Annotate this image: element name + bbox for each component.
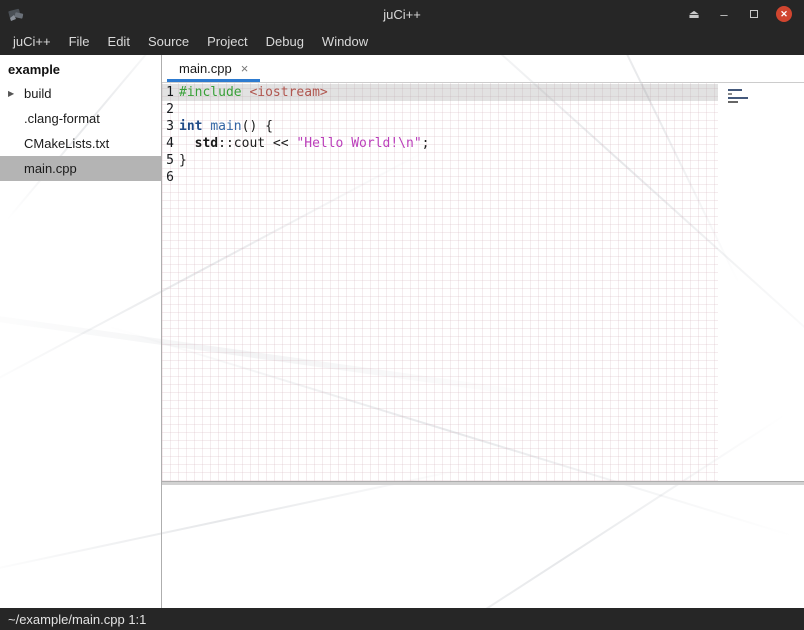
tree-item-label: main.cpp — [24, 161, 77, 176]
tree-item-main-cpp[interactable]: main.cpp — [0, 156, 161, 181]
code-token — [179, 136, 195, 151]
tree-root-label: example — [8, 62, 60, 77]
code-token: } — [179, 153, 187, 168]
line-number: 3 — [162, 118, 174, 135]
expander-icon[interactable]: ▶ — [8, 89, 24, 98]
window-controls: ⏏ – ✕ — [686, 6, 804, 22]
tab-close-icon[interactable]: × — [241, 62, 249, 75]
cursor-position: ~/example/main.cpp 1:1 — [8, 612, 146, 627]
tab-label: main.cpp — [179, 61, 232, 76]
code-text: int main() { — [179, 118, 273, 135]
code-text: #include <iostream> — [179, 84, 328, 101]
eject-button[interactable]: ⏏ — [686, 6, 702, 22]
titlebar[interactable]: juCi++ ⏏ – ✕ — [0, 0, 804, 28]
code-text: } — [179, 152, 187, 169]
restore-button[interactable] — [746, 6, 762, 22]
main-content: example ▶build .clang-format CMakeLists.tx… — [0, 55, 804, 608]
code-token: "Hello World!\n" — [296, 136, 421, 151]
menu-item-edit[interactable]: Edit — [99, 28, 139, 55]
juci-window: juCi++ ⏏ – ✕ juCi++FileEditSourceProject… — [0, 0, 804, 630]
menu-item-debug[interactable]: Debug — [257, 28, 313, 55]
code-token: <iostream> — [249, 85, 327, 100]
code-token: #include — [179, 85, 242, 100]
menu-item-juci[interactable]: juCi++ — [4, 28, 60, 55]
code-token: std — [195, 136, 218, 151]
code-token: () { — [242, 119, 273, 134]
code-line-3[interactable]: 3 int main() { — [162, 118, 718, 135]
code-line-2[interactable]: 2 — [162, 101, 718, 118]
restore-icon — [750, 10, 758, 18]
code-line-6[interactable]: 6 — [162, 169, 718, 186]
tab-main-cpp[interactable]: main.cpp × — [167, 55, 260, 82]
window-title: juCi++ — [0, 7, 804, 22]
tab-bar: main.cpp × — [162, 55, 804, 83]
minimize-button[interactable]: – — [716, 6, 732, 22]
code-token: ; — [422, 136, 430, 151]
code-text: std::cout << "Hello World!\n"; — [179, 135, 429, 152]
line-number: 6 — [162, 169, 174, 186]
source-map[interactable] — [718, 83, 804, 481]
menu-item-project[interactable]: Project — [198, 28, 256, 55]
source-map-mark — [728, 93, 732, 95]
output-panel[interactable] — [162, 485, 804, 608]
editor-column: main.cpp × 1 #include <iostream> 23 int main… — [162, 55, 804, 608]
close-icon: ✕ — [780, 10, 788, 19]
line-number: 2 — [162, 101, 174, 118]
code-token: ::cout << — [218, 136, 296, 151]
code-token: main — [210, 119, 241, 134]
menu-item-window[interactable]: Window — [313, 28, 377, 55]
file-tree: example ▶build .clang-format CMakeLists.tx… — [0, 55, 162, 608]
editor[interactable]: 1#include <iostream>23int main() {4 std:… — [162, 83, 804, 481]
source-map-mark — [728, 101, 738, 103]
code-line-1[interactable]: 1 #include <iostream> — [162, 84, 718, 101]
tree-item-cmakelists-txt[interactable]: CMakeLists.txt — [0, 131, 161, 156]
tree-item-build[interactable]: ▶build — [0, 81, 161, 106]
close-button[interactable]: ✕ — [776, 6, 792, 22]
tree-item-label: CMakeLists.txt — [24, 136, 109, 151]
code-line-4[interactable]: 4 std::cout << "Hello World!\n"; — [162, 135, 718, 152]
tree-item-label: .clang-format — [24, 111, 100, 126]
tree-item-label: build — [24, 86, 51, 101]
code-token: int — [179, 119, 202, 134]
line-number: 1 — [162, 84, 174, 101]
tree-items: ▶build .clang-format CMakeLists.txt main.cp… — [0, 81, 161, 181]
menubar: juCi++FileEditSourceProjectDebugWindow — [0, 28, 804, 55]
code-line-5[interactable]: 5} — [162, 152, 718, 169]
code-area[interactable]: 1#include <iostream>23int main() {4 std:… — [162, 83, 718, 481]
tree-root-example[interactable]: example — [0, 57, 161, 81]
line-number: 5 — [162, 152, 174, 169]
tree-item-clang-format[interactable]: .clang-format — [0, 106, 161, 131]
source-map-mark — [728, 97, 748, 99]
menu-item-file[interactable]: File — [60, 28, 99, 55]
line-number: 4 — [162, 135, 174, 152]
menu-item-source[interactable]: Source — [139, 28, 198, 55]
status-bar: ~/example/main.cpp 1:1 — [0, 608, 804, 630]
source-map-mark — [728, 89, 742, 91]
app-icon — [7, 5, 25, 23]
